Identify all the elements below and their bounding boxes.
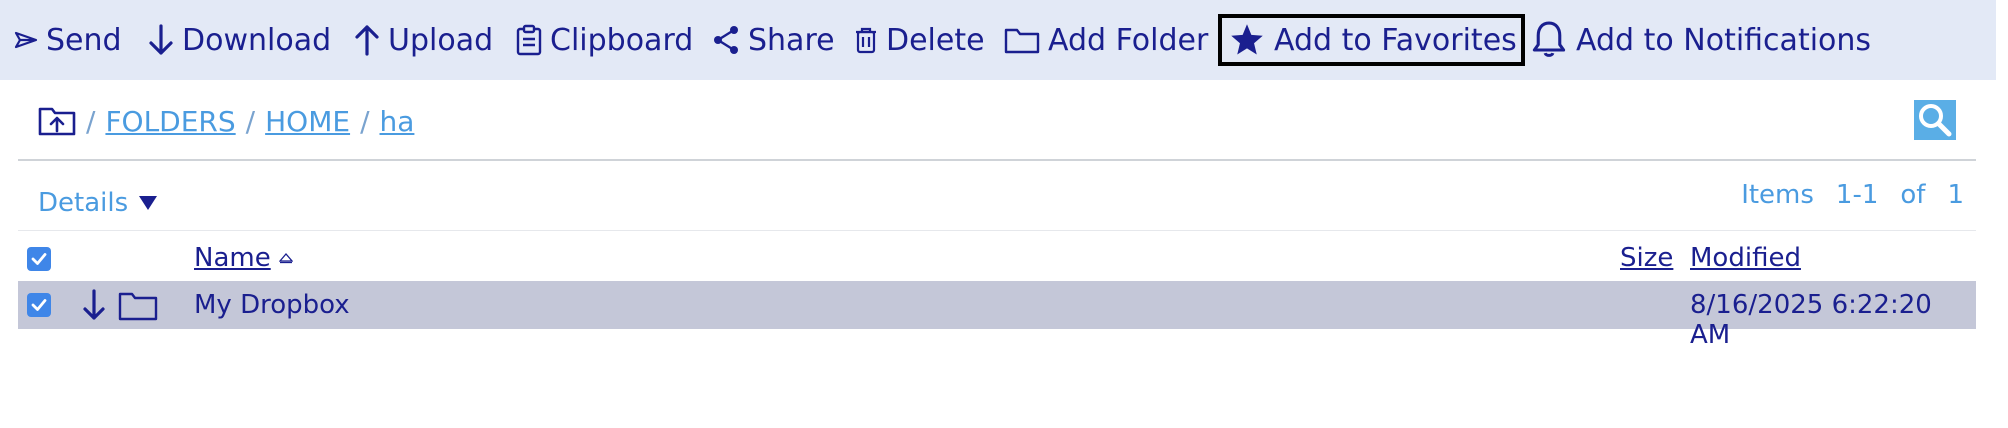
row-checkbox[interactable] <box>27 293 51 317</box>
bell-icon <box>1532 21 1566 57</box>
clipboard-icon <box>516 24 542 56</box>
add-folder-label: Add Folder <box>1048 22 1209 58</box>
page-edge <box>1996 0 2008 428</box>
table-header: Name Size Modified <box>18 237 1976 281</box>
add-to-favorites-label: Add to Favorites <box>1274 22 1517 58</box>
upload-icon <box>355 25 379 56</box>
send-button[interactable]: Send <box>14 14 122 66</box>
folder-up-icon <box>38 107 76 136</box>
download-button[interactable]: Download <box>148 14 331 66</box>
breadcrumb-link-folders[interactable]: FOLDERS <box>105 105 235 138</box>
row-name[interactable]: My Dropbox <box>194 290 350 320</box>
download-icon <box>149 24 173 55</box>
share-label: Share <box>748 22 835 58</box>
breadcrumb-link-home[interactable]: HOME <box>265 105 350 138</box>
row-modified: 8/16/2025 6:22:20 AM <box>1690 290 1932 350</box>
checkmark-icon <box>31 299 47 311</box>
pagination-info: Items 1-1 of 1 <box>1735 178 1964 212</box>
upload-button[interactable]: Upload <box>354 14 493 66</box>
divider <box>18 159 1976 161</box>
download-icon[interactable] <box>82 289 106 321</box>
search-icon <box>1919 104 1952 137</box>
column-header-modified[interactable]: Modified <box>1690 243 1801 273</box>
clipboard-label: Clipboard <box>550 22 694 58</box>
trash-icon <box>856 27 876 54</box>
upload-label: Upload <box>388 22 494 58</box>
search-button[interactable] <box>1914 100 1956 140</box>
select-all-checkbox[interactable] <box>27 247 51 271</box>
checkmark-icon <box>31 253 47 265</box>
share-button[interactable]: Share <box>712 14 835 66</box>
toolbar: Send Download Upload Clipboard Share Del… <box>0 0 1996 80</box>
breadcrumb: / FOLDERS / HOME / ha <box>38 100 414 142</box>
column-header-name[interactable]: Name <box>194 243 293 273</box>
add-to-favorites-button[interactable]: Add to Favorites <box>1218 14 1525 66</box>
breadcrumb-separator: / <box>245 104 256 138</box>
folder-icon <box>1004 28 1040 54</box>
items-range: 1-1 <box>1835 180 1879 210</box>
column-name-label: Name <box>194 243 271 273</box>
dropdown-triangle-icon <box>139 196 158 210</box>
add-to-notifications-button[interactable]: Add to Notifications <box>1530 14 1871 66</box>
items-label: Items <box>1741 180 1814 210</box>
breadcrumb-separator: / <box>360 104 370 138</box>
share-icon <box>714 26 738 54</box>
clipboard-button[interactable]: Clipboard <box>516 14 693 66</box>
delete-button[interactable]: Delete <box>854 14 985 66</box>
column-header-size[interactable]: Size <box>1620 243 1673 273</box>
divider <box>18 230 1976 231</box>
breadcrumb-separator: / <box>86 104 96 138</box>
sort-asc-icon <box>278 253 293 264</box>
send-icon <box>14 31 38 49</box>
folder-up-button[interactable] <box>38 106 76 136</box>
breadcrumb-link-current[interactable]: ha <box>380 105 415 138</box>
folder-icon <box>118 292 158 321</box>
send-label: Send <box>46 22 122 58</box>
details-view-dropdown[interactable]: Details <box>38 186 158 220</box>
delete-label: Delete <box>886 22 985 58</box>
download-label: Download <box>182 22 332 58</box>
details-label: Details <box>38 188 129 218</box>
table-row[interactable]: My Dropbox 8/16/2025 6:22:20 AM <box>18 281 1976 350</box>
add-to-notifications-label: Add to Notifications <box>1576 22 1872 58</box>
of-label: of <box>1900 180 1926 210</box>
add-folder-button[interactable]: Add Folder <box>1004 14 1208 66</box>
star-icon <box>1231 24 1263 55</box>
items-total: 1 <box>1947 180 1964 210</box>
